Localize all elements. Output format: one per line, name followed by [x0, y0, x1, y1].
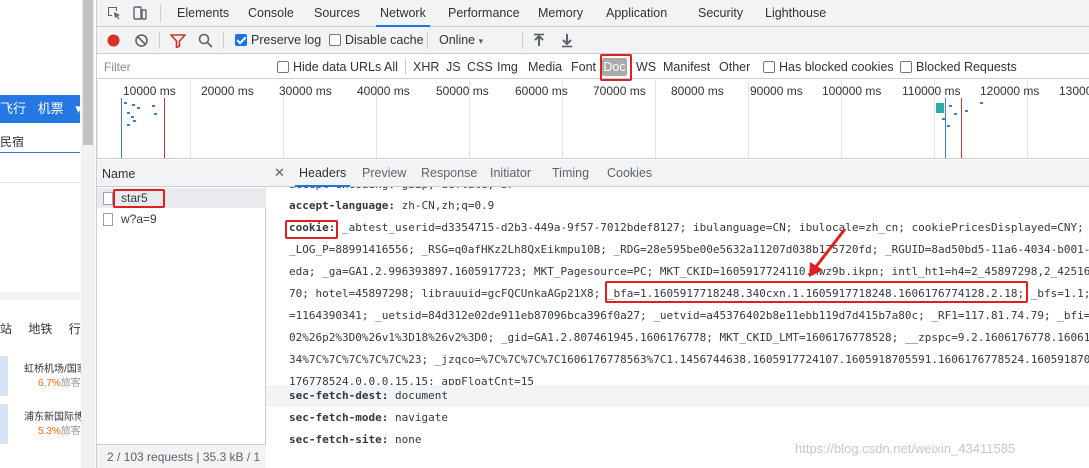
annotation-arrow — [809, 228, 847, 277]
watermark: https://blog.csdn.net/weixin_43411585 — [795, 441, 1016, 456]
